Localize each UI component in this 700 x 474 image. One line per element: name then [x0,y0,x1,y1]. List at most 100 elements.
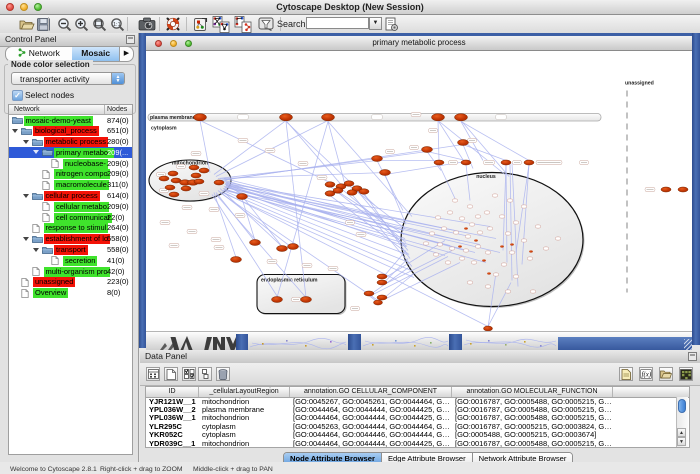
network-node[interactable] [377,274,387,279]
tree-row[interactable]: primary metabo209(... [9,147,132,158]
network-node[interactable] [474,239,478,241]
tree-expand-arrow-icon[interactable] [23,140,29,144]
network-node[interactable] [461,160,471,165]
network-node[interactable] [364,291,374,296]
network-node[interactable] [501,160,511,165]
vizmapper-icon[interactable] [257,15,275,33]
tree-expand-arrow-icon[interactable] [12,129,18,133]
tree-row-label[interactable]: metabolic process [44,137,108,147]
tree-row[interactable]: macromolecule311(0) [9,180,132,191]
network-node[interactable] [455,113,468,120]
network-node[interactable] [325,181,335,187]
network-node[interactable] [422,146,433,152]
select-nodes-checkbox[interactable]: ✓ [12,90,23,101]
tree-row[interactable]: metabolic process280(0) [9,137,132,148]
tree-row-label[interactable]: nitrogen compo [54,169,110,179]
table-row[interactable]: YDR039C__1mitochondrion[GO:0044464, GO:0… [146,440,689,448]
float-data-panel-icon[interactable] [688,352,697,361]
close-button[interactable] [6,3,14,11]
open-attr-folder-icon[interactable] [659,367,673,381]
network-node[interactable] [214,180,224,185]
network-node[interactable] [464,227,468,229]
zoom-out-icon[interactable] [55,15,73,33]
unselect-attributes-icon[interactable] [198,367,212,381]
tree-row[interactable]: transport558(0) [9,245,132,256]
tree-row-label[interactable]: unassigned [33,277,75,287]
network-node[interactable] [191,173,201,178]
network-node[interactable] [194,179,204,184]
import-attributes-doc-icon[interactable] [619,367,633,381]
table-column-header[interactable]: annotation.GO MOLECULAR_FUNCTION [452,387,613,397]
tree-row-label[interactable]: secretion [63,256,97,266]
network-node[interactable] [372,155,383,161]
network-node[interactable] [272,296,283,302]
tree-row[interactable]: nucleobase-209(0) [9,158,132,169]
scroll-down-arrow[interactable]: ▼ [677,437,686,446]
frame-minimize-button[interactable] [170,40,177,47]
combo-stepper-icon[interactable]: ▲▼ [111,73,124,84]
tree-row-label[interactable]: biological_process [33,126,99,136]
network-node[interactable] [380,169,391,175]
destroy-network-icon[interactable] [234,15,252,33]
attribute-select-grid-icon[interactable] [146,367,160,381]
table-row[interactable]: YLR295Ccytoplasm[GO:0045263, GO:0044444,… [146,423,689,431]
table-row[interactable]: YJR121W__1mitochondrion[GO:0045267, GO:0… [146,398,689,406]
network-node[interactable] [359,188,369,194]
network-edge[interactable] [277,121,328,297]
tree-row-label[interactable]: multi-organism pro [44,267,110,277]
tree-row[interactable]: secretion41(0) [9,255,132,266]
tree-row-label[interactable]: response to stimul [44,223,109,233]
frame-close-button[interactable] [155,40,162,47]
network-node[interactable] [169,192,179,197]
tree-row[interactable]: mosaic-demo-yeast874(0) [9,115,132,126]
network-node[interactable] [529,250,533,252]
network-node[interactable] [458,245,462,247]
table-column-header[interactable]: ID [146,387,199,397]
tree-row[interactable]: cellular process614(0) [9,191,132,202]
select-attributes-check-icon[interactable] [182,367,196,381]
search-config-icon[interactable] [382,15,400,33]
network-node[interactable] [181,186,191,191]
network-frame-right-border[interactable] [692,33,700,345]
save-floppy-icon[interactable] [34,15,52,33]
table-column-header[interactable]: _cellularLayoutRegion [199,387,290,397]
network-node[interactable] [231,256,242,262]
network-node[interactable] [377,295,387,300]
tree-row-label[interactable]: primary metabo [54,148,114,158]
table-column-header[interactable]: annotation.GO CELLULAR_COMPONENT [290,387,452,397]
tree-row-label[interactable]: mosaic-demo-yeast [24,116,93,126]
node-color-combo[interactable]: transporter activity ▲▼ [11,72,125,85]
tree-row-label[interactable]: establishment of lo [44,234,111,244]
network-node[interactable] [344,180,354,186]
help-lifering-icon[interactable] [164,15,182,33]
resize-grip-icon[interactable] [684,339,692,350]
network-node[interactable] [288,243,299,249]
tree-col-network[interactable]: Network [14,105,40,114]
table-row[interactable]: YPL036W__1mitochondrion[GO:0044464, GO:0… [146,414,689,422]
new-attribute-doc-icon[interactable] [164,367,178,381]
network-node[interactable] [458,139,469,145]
tree-row[interactable]: Overview8(0) [9,288,132,299]
minimize-button[interactable] [20,3,28,11]
tree-row[interactable]: cellular metabo209(0) [9,201,132,212]
tree-row[interactable]: establishment of lo558(0) [9,234,132,245]
network-node[interactable] [189,165,199,170]
scrollbar-thumb[interactable] [678,399,686,413]
network-edge[interactable] [369,266,410,295]
network-node[interactable] [434,160,444,165]
zoom-in-icon[interactable] [72,15,90,33]
network-node[interactable] [487,272,491,274]
network-node[interactable] [199,168,209,173]
tree-expand-arrow-icon[interactable] [23,194,29,198]
network-manager-icon[interactable] [191,15,209,33]
tab-overflow-arrow[interactable]: ▶ [119,47,133,61]
function-builder-icon[interactable]: f(x) [639,367,653,381]
network-node[interactable] [524,160,534,165]
network-canvas[interactable]: plasma membranecytoplasmmitochondrionnuc… [146,51,692,332]
tree-row-label[interactable]: cellular process [44,191,100,201]
tree-row-label[interactable]: Overview [33,288,68,298]
tree-expand-arrow-icon[interactable] [33,150,39,154]
table-row[interactable]: YKR052Ccytoplasm[GO:0044464, GO:0044446,… [146,431,689,439]
network-node[interactable] [377,280,387,285]
network-node[interactable] [280,113,293,120]
